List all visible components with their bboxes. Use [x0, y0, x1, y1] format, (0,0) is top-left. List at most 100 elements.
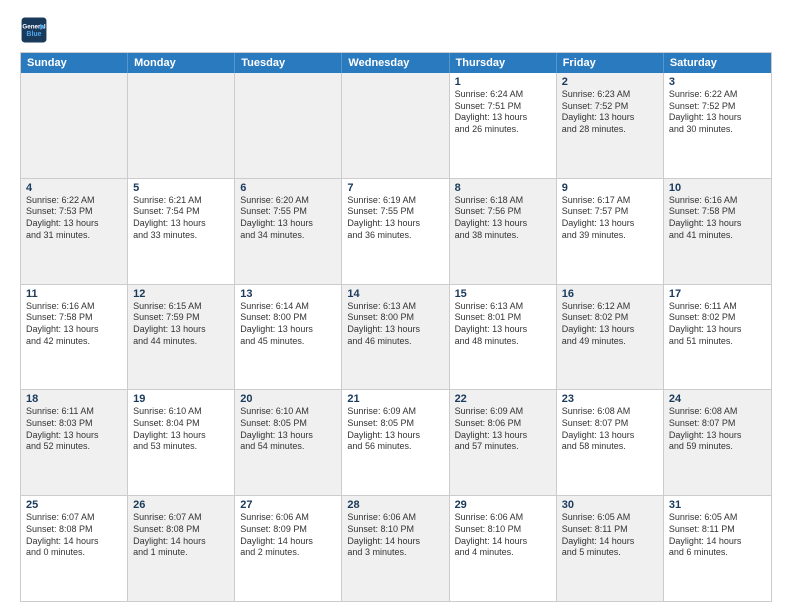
day-number: 3 — [669, 76, 766, 88]
header-day-tuesday: Tuesday — [235, 53, 342, 73]
header-day-friday: Friday — [557, 53, 664, 73]
header-day-thursday: Thursday — [450, 53, 557, 73]
day-number: 15 — [455, 288, 551, 300]
day-number: 6 — [240, 182, 336, 194]
day-info: Sunrise: 6:14 AM Sunset: 8:00 PM Dayligh… — [240, 301, 336, 348]
day-number: 31 — [669, 499, 766, 511]
cal-cell: 24Sunrise: 6:08 AM Sunset: 8:07 PM Dayli… — [664, 390, 771, 495]
day-number: 28 — [347, 499, 443, 511]
day-number: 9 — [562, 182, 658, 194]
day-info: Sunrise: 6:22 AM Sunset: 7:52 PM Dayligh… — [669, 89, 766, 136]
cal-cell: 31Sunrise: 6:05 AM Sunset: 8:11 PM Dayli… — [664, 496, 771, 601]
day-info: Sunrise: 6:22 AM Sunset: 7:53 PM Dayligh… — [26, 195, 122, 242]
day-number: 8 — [455, 182, 551, 194]
day-number: 2 — [562, 76, 658, 88]
cal-cell: 1Sunrise: 6:24 AM Sunset: 7:51 PM Daylig… — [450, 73, 557, 178]
week-row-4: 18Sunrise: 6:11 AM Sunset: 8:03 PM Dayli… — [21, 389, 771, 495]
cal-cell: 11Sunrise: 6:16 AM Sunset: 7:58 PM Dayli… — [21, 285, 128, 390]
day-number: 23 — [562, 393, 658, 405]
day-number: 14 — [347, 288, 443, 300]
cal-cell: 19Sunrise: 6:10 AM Sunset: 8:04 PM Dayli… — [128, 390, 235, 495]
day-info: Sunrise: 6:16 AM Sunset: 7:58 PM Dayligh… — [26, 301, 122, 348]
day-number: 18 — [26, 393, 122, 405]
week-row-1: 1Sunrise: 6:24 AM Sunset: 7:51 PM Daylig… — [21, 73, 771, 178]
day-info: Sunrise: 6:06 AM Sunset: 8:09 PM Dayligh… — [240, 512, 336, 559]
day-info: Sunrise: 6:06 AM Sunset: 8:10 PM Dayligh… — [347, 512, 443, 559]
day-number: 24 — [669, 393, 766, 405]
day-number: 11 — [26, 288, 122, 300]
cal-cell: 8Sunrise: 6:18 AM Sunset: 7:56 PM Daylig… — [450, 179, 557, 284]
logo-icon: General Blue — [20, 16, 48, 44]
day-number: 7 — [347, 182, 443, 194]
week-row-5: 25Sunrise: 6:07 AM Sunset: 8:08 PM Dayli… — [21, 495, 771, 601]
day-info: Sunrise: 6:21 AM Sunset: 7:54 PM Dayligh… — [133, 195, 229, 242]
cal-cell: 13Sunrise: 6:14 AM Sunset: 8:00 PM Dayli… — [235, 285, 342, 390]
cal-cell: 6Sunrise: 6:20 AM Sunset: 7:55 PM Daylig… — [235, 179, 342, 284]
day-number: 19 — [133, 393, 229, 405]
day-number: 25 — [26, 499, 122, 511]
day-info: Sunrise: 6:11 AM Sunset: 8:03 PM Dayligh… — [26, 406, 122, 453]
cal-cell: 5Sunrise: 6:21 AM Sunset: 7:54 PM Daylig… — [128, 179, 235, 284]
day-info: Sunrise: 6:15 AM Sunset: 7:59 PM Dayligh… — [133, 301, 229, 348]
day-number: 5 — [133, 182, 229, 194]
day-info: Sunrise: 6:06 AM Sunset: 8:10 PM Dayligh… — [455, 512, 551, 559]
header-day-sunday: Sunday — [21, 53, 128, 73]
calendar-header: SundayMondayTuesdayWednesdayThursdayFrid… — [21, 53, 771, 73]
day-number: 27 — [240, 499, 336, 511]
week-row-3: 11Sunrise: 6:16 AM Sunset: 7:58 PM Dayli… — [21, 284, 771, 390]
day-number: 16 — [562, 288, 658, 300]
header-day-monday: Monday — [128, 53, 235, 73]
header-day-saturday: Saturday — [664, 53, 771, 73]
cal-cell: 25Sunrise: 6:07 AM Sunset: 8:08 PM Dayli… — [21, 496, 128, 601]
day-number: 22 — [455, 393, 551, 405]
day-number: 13 — [240, 288, 336, 300]
day-info: Sunrise: 6:17 AM Sunset: 7:57 PM Dayligh… — [562, 195, 658, 242]
day-number: 1 — [455, 76, 551, 88]
cal-cell: 27Sunrise: 6:06 AM Sunset: 8:09 PM Dayli… — [235, 496, 342, 601]
cal-cell: 7Sunrise: 6:19 AM Sunset: 7:55 PM Daylig… — [342, 179, 449, 284]
day-info: Sunrise: 6:11 AM Sunset: 8:02 PM Dayligh… — [669, 301, 766, 348]
cal-cell: 29Sunrise: 6:06 AM Sunset: 8:10 PM Dayli… — [450, 496, 557, 601]
day-number: 29 — [455, 499, 551, 511]
cal-cell: 17Sunrise: 6:11 AM Sunset: 8:02 PM Dayli… — [664, 285, 771, 390]
day-number: 26 — [133, 499, 229, 511]
cal-cell: 20Sunrise: 6:10 AM Sunset: 8:05 PM Dayli… — [235, 390, 342, 495]
day-number: 10 — [669, 182, 766, 194]
day-info: Sunrise: 6:20 AM Sunset: 7:55 PM Dayligh… — [240, 195, 336, 242]
calendar: SundayMondayTuesdayWednesdayThursdayFrid… — [20, 52, 772, 602]
cal-cell: 2Sunrise: 6:23 AM Sunset: 7:52 PM Daylig… — [557, 73, 664, 178]
cal-cell: 22Sunrise: 6:09 AM Sunset: 8:06 PM Dayli… — [450, 390, 557, 495]
day-number: 20 — [240, 393, 336, 405]
day-info: Sunrise: 6:18 AM Sunset: 7:56 PM Dayligh… — [455, 195, 551, 242]
day-info: Sunrise: 6:05 AM Sunset: 8:11 PM Dayligh… — [669, 512, 766, 559]
day-info: Sunrise: 6:08 AM Sunset: 8:07 PM Dayligh… — [669, 406, 766, 453]
cal-cell: 16Sunrise: 6:12 AM Sunset: 8:02 PM Dayli… — [557, 285, 664, 390]
cal-cell: 26Sunrise: 6:07 AM Sunset: 8:08 PM Dayli… — [128, 496, 235, 601]
day-info: Sunrise: 6:19 AM Sunset: 7:55 PM Dayligh… — [347, 195, 443, 242]
cal-cell — [128, 73, 235, 178]
cal-cell: 4Sunrise: 6:22 AM Sunset: 7:53 PM Daylig… — [21, 179, 128, 284]
cal-cell — [235, 73, 342, 178]
cal-cell — [21, 73, 128, 178]
day-info: Sunrise: 6:07 AM Sunset: 8:08 PM Dayligh… — [26, 512, 122, 559]
day-number: 30 — [562, 499, 658, 511]
day-info: Sunrise: 6:10 AM Sunset: 8:04 PM Dayligh… — [133, 406, 229, 453]
page: General Blue SundayMondayTuesdayWednesda… — [0, 0, 792, 612]
day-number: 21 — [347, 393, 443, 405]
cal-cell: 21Sunrise: 6:09 AM Sunset: 8:05 PM Dayli… — [342, 390, 449, 495]
cal-cell: 28Sunrise: 6:06 AM Sunset: 8:10 PM Dayli… — [342, 496, 449, 601]
svg-text:Blue: Blue — [26, 31, 41, 38]
day-info: Sunrise: 6:05 AM Sunset: 8:11 PM Dayligh… — [562, 512, 658, 559]
cal-cell: 14Sunrise: 6:13 AM Sunset: 8:00 PM Dayli… — [342, 285, 449, 390]
header: General Blue — [20, 16, 772, 44]
day-info: Sunrise: 6:09 AM Sunset: 8:05 PM Dayligh… — [347, 406, 443, 453]
day-info: Sunrise: 6:09 AM Sunset: 8:06 PM Dayligh… — [455, 406, 551, 453]
day-number: 4 — [26, 182, 122, 194]
cal-cell: 18Sunrise: 6:11 AM Sunset: 8:03 PM Dayli… — [21, 390, 128, 495]
day-info: Sunrise: 6:16 AM Sunset: 7:58 PM Dayligh… — [669, 195, 766, 242]
cal-cell: 15Sunrise: 6:13 AM Sunset: 8:01 PM Dayli… — [450, 285, 557, 390]
calendar-body: 1Sunrise: 6:24 AM Sunset: 7:51 PM Daylig… — [21, 73, 771, 601]
header-day-wednesday: Wednesday — [342, 53, 449, 73]
cal-cell: 9Sunrise: 6:17 AM Sunset: 7:57 PM Daylig… — [557, 179, 664, 284]
day-info: Sunrise: 6:24 AM Sunset: 7:51 PM Dayligh… — [455, 89, 551, 136]
